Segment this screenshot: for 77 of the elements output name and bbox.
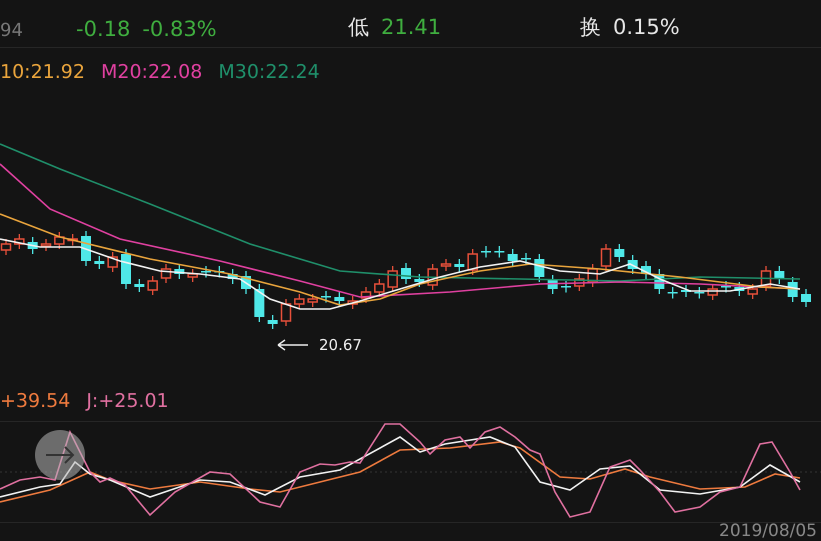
candle [321,291,331,302]
candle [574,274,585,291]
candle [201,266,211,278]
candle [548,275,558,294]
stat-value: 0.15% [613,15,680,39]
candle [294,294,305,309]
candle [654,269,664,294]
candle [681,285,691,297]
candle [334,292,344,306]
candle [28,237,38,254]
candle [440,259,452,271]
stat-label: 换 [580,14,601,41]
low-price-marker: 20.67 [319,336,362,354]
candle [241,271,251,294]
candle [628,255,638,274]
candle [40,239,52,251]
candle [214,266,224,278]
candle [494,246,504,258]
candle [707,284,718,300]
candle [561,281,571,292]
candle [508,249,518,266]
candle [134,279,144,292]
right-arrow-icon [45,446,75,464]
candle [374,279,385,297]
moving-average-legend: M20:22.08 [100,61,202,83]
candle [467,249,478,275]
candle [427,264,438,290]
forward-button[interactable] [35,430,85,480]
candle [14,234,25,249]
candle [121,249,131,289]
chart-date: 2019/08/05 [719,521,817,541]
moving-average-legend: M30:22.24 [218,61,320,83]
candle [801,289,811,307]
candle [587,264,598,287]
price-change: -0.18 [76,17,130,41]
candle [614,244,624,262]
candle [668,287,678,298]
candle [454,259,464,272]
moving-average-legend: 10:21.92 [0,61,85,83]
candle [160,264,172,283]
candle [774,266,784,284]
candle [534,254,544,282]
candle [254,284,264,322]
candle [641,261,651,279]
percent-change: -0.83% [142,17,217,41]
candle [788,277,798,302]
candle [67,234,78,246]
candle [481,246,491,258]
candle [228,269,238,284]
candle [94,256,104,269]
candle [721,281,731,292]
candle [347,296,358,309]
candle [81,231,91,266]
left-arrow-icon [277,339,309,351]
kdj-legend: +39.54 [0,390,70,412]
candle [521,253,531,264]
candle [414,274,424,287]
candle [747,284,758,299]
candle [600,244,612,271]
candle [387,266,398,292]
stat-value: 21.41 [381,15,442,39]
candle [694,287,704,298]
candle [401,263,411,284]
candle [360,287,372,303]
candle [54,232,65,249]
candle [307,294,318,307]
candle [268,315,278,329]
stat-label: 低 [348,14,369,41]
candle [174,264,184,279]
candle [760,266,772,291]
candle [187,269,198,282]
candle [734,282,744,296]
candle [280,299,292,326]
candle [107,252,118,272]
candle [147,276,158,295]
price-fragment: 94 [0,20,24,41]
kdj-legend: J:+25.01 [86,390,169,412]
